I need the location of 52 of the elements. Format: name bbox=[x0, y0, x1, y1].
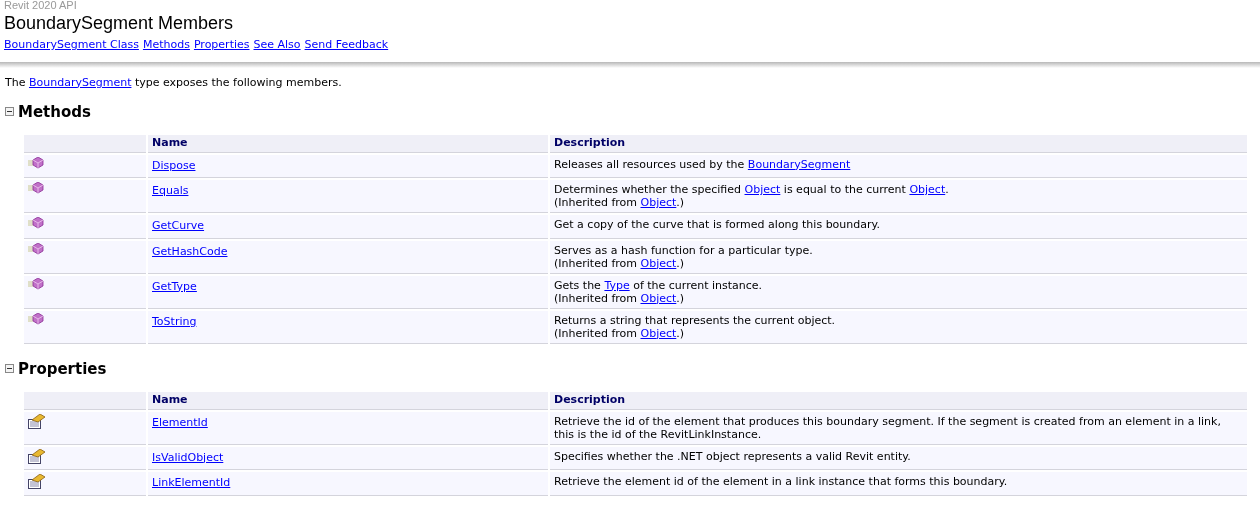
member-link[interactable]: Dispose bbox=[152, 158, 196, 172]
method-icon bbox=[28, 242, 44, 255]
link[interactable]: Object bbox=[640, 196, 677, 209]
member-link[interactable]: LinkElementId bbox=[152, 476, 231, 489]
description-text: Determines whether the specified Object is equal to the current Object. bbox=[554, 183, 950, 196]
member-link[interactable]: GetHashCode bbox=[152, 244, 228, 258]
header-cell: Description bbox=[550, 135, 1247, 153]
link[interactable]: Type bbox=[604, 278, 630, 292]
nav-link[interactable]: Properties bbox=[193, 37, 250, 54]
page-title: BoundarySegment Members bbox=[4, 13, 235, 33]
header-cell: Name bbox=[148, 392, 548, 410]
nav-link[interactable]: Methods bbox=[142, 37, 190, 54]
description-text: Get a copy of the curve that is formed along this boundary. bbox=[554, 218, 881, 231]
description-text: (Inherited from Object.) bbox=[554, 256, 686, 270]
link[interactable]: Object bbox=[640, 326, 677, 340]
member-link[interactable]: IsValidObject bbox=[152, 450, 224, 464]
member-link[interactable]: GetType bbox=[152, 279, 197, 293]
description-text: Serves as a hash function for a particular type. bbox=[554, 243, 814, 257]
collapse-icon[interactable] bbox=[5, 364, 14, 374]
link[interactable]: Object bbox=[640, 291, 677, 305]
product-name: Revit 2020 API bbox=[4, 0, 78, 11]
member-link[interactable]: ElementId bbox=[152, 415, 208, 429]
nav-link[interactable]: Send Feedback bbox=[304, 37, 389, 54]
link[interactable]: Object bbox=[744, 183, 781, 196]
member-link[interactable]: Equals bbox=[152, 184, 189, 197]
description-text: Gets the Type of the current instance. bbox=[554, 278, 764, 292]
nav-link[interactable]: BoundarySegment Class bbox=[4, 37, 139, 54]
description-text: Retrieve the id of the element that produces this boundary segment. If the segment is created from an element in a link, this is the id of the RevitLinkInstance. bbox=[554, 414, 1222, 441]
link[interactable]: BoundarySegment bbox=[28, 75, 132, 89]
method-icon bbox=[28, 312, 44, 325]
description-text: (Inherited from Object.) bbox=[554, 291, 686, 305]
section-heading: Properties bbox=[18, 358, 107, 380]
member-link[interactable]: ToString bbox=[152, 314, 197, 328]
description-text: Returns a string that represents the current object. bbox=[554, 313, 837, 327]
description-text: Releases all resources used by the BoundarySegment bbox=[554, 157, 852, 171]
section-heading: Methods bbox=[18, 101, 91, 123]
header-cell: Name bbox=[148, 135, 548, 153]
description-text: (Inherited from Object.) bbox=[554, 326, 686, 340]
header-cell: Description bbox=[550, 392, 1247, 410]
description-text: (Inherited from Object.) bbox=[554, 196, 686, 209]
collapse-icon[interactable] bbox=[5, 107, 14, 117]
method-icon bbox=[28, 156, 44, 169]
nav-link[interactable]: See Also bbox=[253, 37, 301, 54]
method-icon bbox=[28, 217, 44, 229]
intro-text: The BoundarySegment type exposes the following members. bbox=[5, 75, 343, 89]
method-icon bbox=[28, 277, 44, 290]
member-link[interactable]: GetCurve bbox=[152, 219, 205, 232]
method-icon bbox=[28, 182, 44, 194]
description-text: Specifies whether the .NET object represents a valid Revit entity. bbox=[554, 449, 912, 463]
link[interactable]: Object bbox=[640, 256, 677, 270]
description-text: Retrieve the element id of the element in a link instance that forms this boundary. bbox=[554, 475, 1009, 488]
link[interactable]: BoundarySegment bbox=[747, 157, 851, 171]
